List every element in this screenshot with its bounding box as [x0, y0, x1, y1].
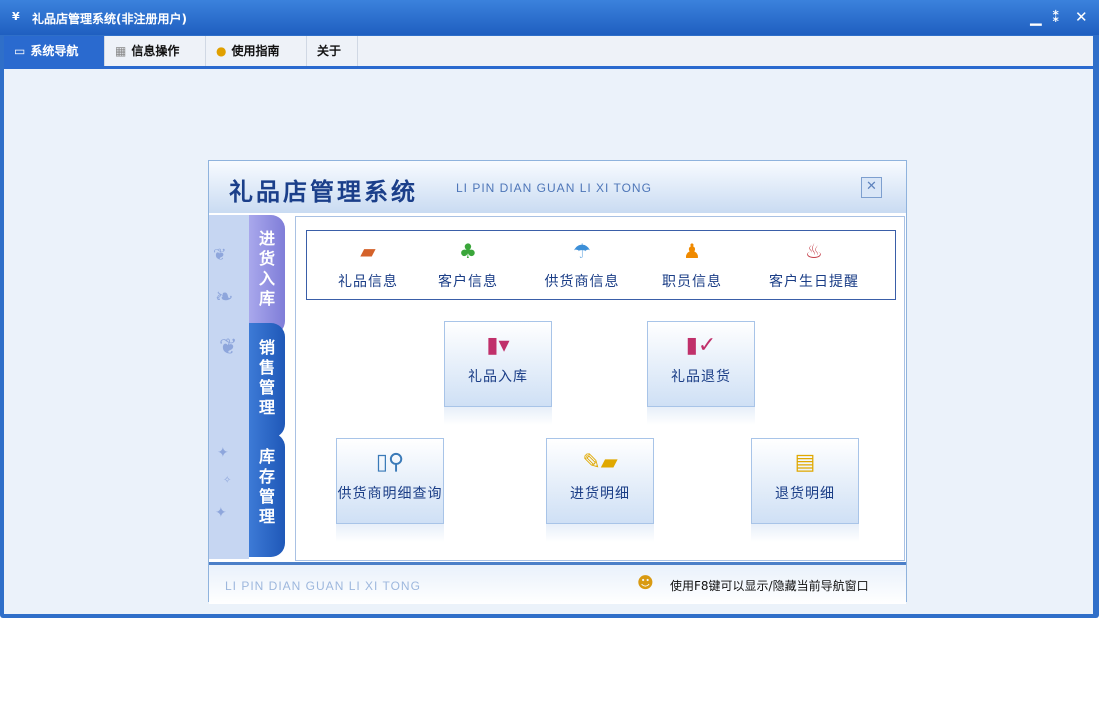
search-detail-icon: ▯⚲: [375, 450, 405, 475]
side-tab-char: 理: [258, 507, 275, 526]
sparkle-icon: ✧: [223, 475, 232, 486]
supplier-icon: ☂: [573, 239, 591, 263]
purchase-detail-icon: ✎▰: [582, 450, 618, 475]
tile-reflection: [546, 524, 654, 542]
navigation-panel: 礼品店管理系统 LI PIN DIAN GUAN LI XI TONG ✕ ❦ …: [208, 160, 907, 604]
tab-label: 信息操作: [131, 44, 180, 58]
restore-button[interactable]: ⁑: [1052, 8, 1060, 26]
footer-hint: 使用F8键可以显示/隐藏当前导航窗口: [670, 579, 869, 593]
quick-link-label: 客户生日提醒: [769, 274, 859, 290]
tab-label: 使用指南: [231, 44, 280, 58]
panel-close-button[interactable]: ✕: [861, 177, 882, 198]
tab-user-guide[interactable]: ● 使用指南: [206, 36, 307, 66]
side-tab-char: 销: [258, 338, 275, 357]
decorative-vine: ❦ ❧ ❦ ✦ ✧ ✦: [209, 215, 249, 559]
vine-icon: ❦: [219, 335, 238, 360]
butterfly-icon: ❦: [213, 245, 227, 264]
user-hint-icon: ☻: [637, 573, 654, 592]
quick-customer-info[interactable]: ♣ 客户信息: [433, 231, 503, 291]
quick-link-label: 礼品信息: [338, 274, 398, 290]
vine-icon: ❧: [215, 285, 234, 310]
sparkle-icon: ✦: [217, 445, 229, 461]
close-button[interactable]: ✕: [1075, 8, 1088, 26]
return-goods-icon: ▮✓: [685, 333, 717, 358]
tile-label: 退货明细: [775, 486, 835, 502]
tile-supplier-detail-query[interactable]: ▯⚲ 供货商明细查询: [336, 438, 444, 524]
quick-birthday-reminder[interactable]: ♨ 客户生日提醒: [763, 231, 865, 291]
help-icon: ●: [216, 44, 227, 58]
panel-header: 礼品店管理系统 LI PIN DIAN GUAN LI XI TONG ✕: [209, 161, 906, 213]
window-title: 礼品店管理系统(非注册用户): [32, 12, 187, 26]
quick-staff-info[interactable]: ♟ 职员信息: [657, 231, 727, 291]
tile-label: 礼品入库: [468, 369, 528, 385]
quick-links-bar: ▰ 礼品信息 ♣ 客户信息 ☂ 供货商信息 ♟ 职员信息 ♨ 客户生日提醒: [306, 230, 896, 300]
tile-reflection: [336, 524, 444, 542]
quick-link-label: 职员信息: [662, 274, 722, 290]
tab-system-nav[interactable]: ▭ 系统导航: [4, 36, 105, 66]
sparkle-icon: ✦: [215, 505, 227, 521]
side-tab-char: 理: [258, 398, 275, 417]
grid-icon: ▦: [115, 44, 127, 58]
side-tab-char: 管: [258, 487, 275, 506]
quick-supplier-info[interactable]: ☂ 供货商信息: [539, 231, 625, 291]
stock-in-icon: ▮▾: [486, 333, 510, 358]
staff-icon: ♟: [683, 239, 701, 263]
quick-gift-info[interactable]: ▰ 礼品信息: [333, 231, 403, 291]
customers-icon: ♣: [459, 239, 477, 263]
side-tab-char: 进: [258, 229, 275, 248]
tile-label: 进货明细: [570, 486, 630, 502]
side-tab-char: 入: [258, 269, 275, 288]
tile-label: 礼品退货: [671, 369, 731, 385]
side-tab-stock-in[interactable]: 进 货 入 库: [249, 215, 285, 335]
birthday-cake-icon: ♨: [805, 239, 823, 263]
app-icon: ¥: [12, 10, 20, 23]
panel-footer: LI PIN DIAN GUAN LI XI TONG ☻ 使用F8键可以显示/…: [209, 562, 906, 604]
tile-purchase-detail[interactable]: ✎▰ 进货明细: [546, 438, 654, 524]
tile-reflection: [444, 407, 552, 425]
footer-subtitle: LI PIN DIAN GUAN LI XI TONG: [225, 579, 421, 593]
side-tab-char: 货: [258, 249, 275, 268]
menu-bar: ▭ 系统导航 ▦ 信息操作 ● 使用指南 关于: [4, 36, 1093, 69]
tab-info-ops[interactable]: ▦ 信息操作: [105, 36, 206, 66]
side-tab-char: 存: [258, 467, 275, 486]
close-icon: ✕: [866, 179, 877, 194]
side-tab-char: 管: [258, 378, 275, 397]
panel-subtitle: LI PIN DIAN GUAN LI XI TONG: [456, 181, 652, 195]
tile-label: 供货商明细查询: [337, 486, 443, 502]
gift-folder-icon: ▰: [360, 239, 376, 263]
tab-label: 关于: [317, 44, 342, 58]
side-tab-char: 售: [258, 358, 275, 377]
side-tab-inventory[interactable]: 库 存 管 理: [249, 433, 285, 557]
tile-gift-return[interactable]: ▮✓ 礼品退货: [647, 321, 755, 407]
panel-title: 礼品店管理系统: [229, 178, 418, 206]
side-tab-char: 库: [258, 289, 275, 308]
side-tab-char: 库: [258, 447, 275, 466]
quick-link-label: 客户信息: [438, 274, 498, 290]
tile-reflection: [751, 524, 859, 542]
title-bar: ¥ 礼品店管理系统(非注册用户) ▁ ⁑ ✕: [0, 0, 1099, 35]
tile-reflection: [647, 407, 755, 425]
tab-about[interactable]: 关于: [307, 36, 358, 66]
minimize-button[interactable]: ▁: [1030, 8, 1042, 26]
tile-gift-stock-in[interactable]: ▮▾ 礼品入库: [444, 321, 552, 407]
quick-link-label: 供货商信息: [544, 274, 620, 290]
tile-return-detail[interactable]: ▤ 退货明细: [751, 438, 859, 524]
side-tab-sales[interactable]: 销 售 管 理: [249, 323, 285, 438]
return-detail-icon: ▤: [794, 450, 816, 475]
tab-label: 系统导航: [30, 44, 79, 58]
monitor-icon: ▭: [14, 44, 26, 58]
